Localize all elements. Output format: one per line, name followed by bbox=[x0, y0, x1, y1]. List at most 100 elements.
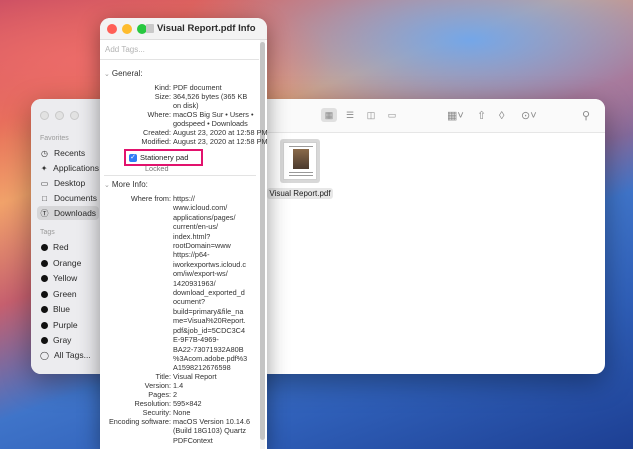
resolution-label: Resolution: bbox=[134, 399, 171, 408]
applications-icon: ✦ bbox=[40, 163, 48, 173]
general-heading: General: bbox=[111, 69, 143, 78]
where-value: macOS Big Sur • Users • godspeed • Downl… bbox=[173, 110, 254, 129]
tag-dot-icon bbox=[41, 259, 48, 267]
version-value: 1.4 bbox=[173, 381, 184, 390]
sidebar-item-desktop[interactable]: ▭ Desktop bbox=[37, 176, 99, 190]
clock-icon: ◷ bbox=[41, 148, 48, 158]
more-info-heading: More Info: bbox=[111, 180, 148, 189]
share-icon[interactable]: ⇧ bbox=[477, 109, 486, 123]
window-title: Visual Report.pdf Info bbox=[157, 23, 256, 34]
search-icon[interactable]: ⚲ bbox=[582, 109, 590, 123]
info-titlebar: Visual Report.pdf Info bbox=[100, 18, 267, 40]
pages-value: 2 bbox=[173, 390, 178, 399]
chevron-down-icon: ⌄ bbox=[104, 71, 110, 78]
general-section-toggle[interactable]: ⌄ General: bbox=[104, 69, 143, 78]
where-from-value: https:// www.icloud.com/ applications/pa… bbox=[173, 194, 248, 373]
sidebar-item-label: Applications bbox=[53, 163, 99, 173]
stationery-pad-label: Stationery pad bbox=[140, 153, 189, 162]
close-button[interactable] bbox=[107, 24, 117, 34]
sidebar-item-applications[interactable]: ✦ Applications bbox=[37, 161, 99, 175]
title-label: Title: bbox=[155, 372, 171, 381]
where-from-label: Where from: bbox=[130, 194, 171, 203]
version-label: Version: bbox=[144, 381, 171, 390]
sidebar-tag-blue[interactable]: Blue bbox=[37, 302, 99, 316]
sidebar-item-label: Green bbox=[53, 289, 77, 299]
sidebar-tag-purple[interactable]: Purple bbox=[37, 318, 99, 332]
sidebar-item-label: Recents bbox=[54, 148, 86, 158]
sidebar-item-label: Blue bbox=[53, 304, 71, 314]
tag-dot-icon bbox=[41, 336, 48, 344]
section-divider bbox=[104, 175, 256, 176]
scrollbar-thumb[interactable] bbox=[260, 42, 265, 440]
tag-dot-icon bbox=[41, 305, 48, 313]
size-label: Size: bbox=[154, 92, 171, 101]
sidebar-tag-green[interactable]: Green bbox=[37, 287, 99, 301]
zoom-button[interactable] bbox=[70, 111, 79, 120]
icon-view-button[interactable]: ▦ bbox=[321, 108, 337, 122]
size-value: 364,526 bytes (365 KB on disk) bbox=[173, 92, 248, 111]
kind-label: Kind: bbox=[154, 83, 171, 92]
tag-dot-icon bbox=[41, 290, 48, 298]
encoding-software-label: Encoding software: bbox=[108, 417, 171, 426]
kind-value: PDF document bbox=[173, 83, 222, 92]
sidebar-item-recents[interactable]: ◷ Recents bbox=[37, 146, 99, 160]
encoding-software-value: macOS Version 10.14.6 (Build 18G103) Qua… bbox=[173, 417, 251, 445]
tag-icon[interactable]: ◊ bbox=[499, 109, 504, 123]
pdf-file-icon bbox=[146, 24, 154, 33]
created-value: August 23, 2020 at 12:58 PM bbox=[173, 128, 267, 137]
title-value: Visual Report bbox=[173, 372, 217, 381]
sidebar-tag-gray[interactable]: Gray bbox=[37, 333, 99, 347]
sidebar-item-label: Documents bbox=[54, 193, 97, 203]
pdf-thumbnail-icon bbox=[280, 139, 320, 183]
tag-dot-icon bbox=[41, 274, 48, 282]
info-window: Visual Report.pdf Info Add Tags... ⌄ Gene… bbox=[100, 18, 267, 449]
action-menu-icon[interactable]: ⊙˅ bbox=[521, 109, 537, 123]
file-name: Visual Report.pdf bbox=[267, 188, 333, 199]
sidebar-item-documents[interactable]: □ Documents bbox=[37, 191, 99, 205]
sidebar-item-label: All Tags... bbox=[54, 350, 91, 360]
group-by-icon[interactable]: ▦˅ bbox=[447, 109, 464, 123]
file-visual-report[interactable]: Visual Report.pdf bbox=[267, 139, 333, 201]
locked-checkbox-label[interactable]: Locked bbox=[145, 164, 169, 173]
favorites-heading: Favorites bbox=[40, 135, 69, 142]
info-traffic-lights bbox=[107, 24, 147, 34]
chevron-down-icon: ⌄ bbox=[104, 182, 110, 189]
sidebar-item-label: Yellow bbox=[53, 273, 78, 283]
sidebar-item-label: Desktop bbox=[54, 178, 86, 188]
tags-heading: Tags bbox=[40, 229, 55, 236]
where-label: Where: bbox=[147, 110, 171, 119]
sidebar-all-tags[interactable]: ◯ All Tags... bbox=[37, 348, 99, 362]
column-view-button[interactable]: ◫ bbox=[363, 108, 379, 122]
finder-sidebar: Favorites ◷ Recents ✦ Applications ▭ Des… bbox=[31, 99, 101, 374]
sidebar-tag-yellow[interactable]: Yellow bbox=[37, 271, 99, 285]
sidebar-tag-red[interactable]: Red bbox=[37, 240, 99, 254]
download-icon: Ⓣ bbox=[40, 208, 49, 218]
sidebar-item-label: Orange bbox=[53, 258, 82, 268]
resolution-value: 595×842 bbox=[173, 399, 202, 408]
add-tags-input[interactable]: Add Tags... bbox=[100, 40, 259, 60]
desktop-icon: ▭ bbox=[40, 178, 49, 188]
modified-label: Modified: bbox=[141, 137, 171, 146]
created-label: Created: bbox=[143, 128, 171, 137]
minimize-button[interactable] bbox=[55, 111, 64, 120]
pages-label: Pages: bbox=[148, 390, 171, 399]
close-button[interactable] bbox=[40, 111, 49, 120]
checkmark-icon: ✓ bbox=[129, 153, 137, 162]
more-info-section-toggle[interactable]: ⌄ More Info: bbox=[104, 180, 148, 189]
tag-dot-icon bbox=[41, 321, 48, 329]
tag-dot-icon bbox=[41, 243, 48, 251]
sidebar-item-label: Purple bbox=[53, 320, 78, 330]
sidebar-tag-orange[interactable]: Orange bbox=[37, 256, 99, 270]
tags-icon: ◯ bbox=[40, 350, 49, 360]
sidebar-item-downloads[interactable]: Ⓣ Downloads bbox=[37, 206, 99, 220]
security-label: Security: bbox=[142, 408, 171, 417]
document-icon: □ bbox=[42, 193, 47, 203]
list-view-button[interactable]: ☰ bbox=[342, 108, 358, 122]
sidebar-item-label: Gray bbox=[53, 335, 72, 345]
minimize-button[interactable] bbox=[122, 24, 132, 34]
gallery-view-button[interactable]: ▭ bbox=[384, 108, 400, 122]
sidebar-item-label: Red bbox=[53, 242, 69, 252]
finder-traffic-lights bbox=[40, 111, 79, 120]
sidebar-item-label: Downloads bbox=[54, 208, 97, 218]
modified-value: August 23, 2020 at 12:58 PM bbox=[173, 137, 267, 146]
